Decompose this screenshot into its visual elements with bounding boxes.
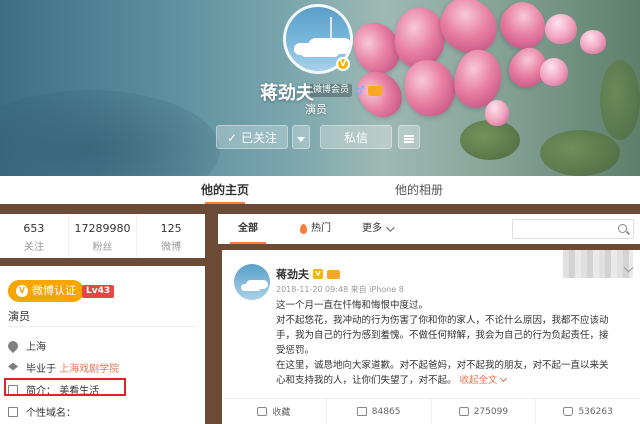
post-line: 对不起悠花，我冲动的行为伤害了你和你的家人，不论什么原因，我都不应该动 [276, 315, 609, 326]
stat-value: 17289980 [74, 222, 131, 235]
collapse-text-link[interactable]: 收起全文 [459, 374, 507, 386]
favorite-button[interactable]: 收藏 [222, 399, 327, 424]
post-meta: 2018-11-20 09:48 来自 iPhone 8 [276, 285, 404, 294]
repost-button[interactable]: 84865 [327, 399, 432, 424]
follow-label: 已关注 [240, 131, 277, 145]
verify-role: 演员 [8, 310, 30, 323]
flame-icon [300, 224, 307, 234]
filter-hot[interactable]: 热门 [300, 214, 331, 244]
profile-cover: V 蒋劲夫 微博会员 ♂ 演员 ✓ 已关注 私信 [0, 0, 640, 176]
search-icon[interactable] [618, 224, 627, 233]
blurred-image [563, 250, 633, 278]
verified-v-icon: V [336, 57, 350, 71]
school-prefix: 毕业于 [26, 364, 56, 375]
filter-more[interactable]: 更多 [362, 214, 395, 244]
stat-following[interactable]: 653 关注 [0, 214, 69, 258]
stat-value: 653 [23, 222, 45, 235]
profile-info-panel: V 微博认证 Lv43 演员 上海 毕业于 上海戏剧学院 简介： 美看生活 个性… [0, 266, 205, 424]
feed-filter-bar: 全部 热门 更多 [218, 214, 640, 244]
caret-down-icon [297, 137, 305, 142]
verified-v-icon: V [313, 269, 323, 279]
stat-label: 微博 [161, 242, 182, 253]
action-label: 84865 [371, 406, 401, 417]
filter-more-label: 更多 [362, 223, 382, 234]
thumbs-up-icon [563, 407, 574, 416]
male-icon: ♂ [355, 84, 365, 97]
info-domain: 个性域名： [8, 404, 76, 419]
comment-icon [458, 407, 469, 416]
crown-icon [327, 269, 340, 279]
domain-label: 个性域名： [26, 408, 76, 419]
id-card-icon [8, 406, 18, 417]
comment-button[interactable]: 275099 [432, 399, 537, 424]
post-line: 受惩罚。 [276, 345, 315, 356]
member-badge[interactable]: 微博会员 [310, 84, 353, 97]
chevron-up-icon [499, 374, 507, 383]
location-icon [5, 338, 21, 353]
more-menu-button[interactable] [398, 125, 420, 149]
post-line: 心和支持我的人，让你们失望了，对不起。 [276, 375, 457, 386]
post-author[interactable]: 蒋劲夫 [276, 266, 309, 282]
post-text: 这一个月一直在忏悔和悔恨中度过。 对不起悠花，我冲动的行为伤害了你和你的家人，不… [276, 298, 636, 388]
post-author-row: 蒋劲夫 V [276, 266, 340, 282]
stat-label: 关注 [23, 242, 44, 253]
chevron-down-icon [386, 223, 395, 232]
tab-home[interactable]: 他的主页 [201, 176, 249, 204]
location-text: 上海 [26, 342, 46, 353]
stat-followers[interactable]: 17289980 粉丝 [69, 214, 138, 258]
crown-icon [367, 85, 382, 96]
stat-value: 125 [160, 222, 182, 235]
menu-icon [404, 135, 414, 143]
stat-label: 粉丝 [92, 242, 113, 253]
action-label: 536263 [578, 406, 613, 417]
action-label: 收藏 [272, 408, 291, 418]
info-location: 上海 [5, 338, 46, 353]
action-label: 275099 [473, 406, 509, 417]
divider [8, 326, 197, 327]
school-link[interactable]: 上海戏剧学院 [59, 364, 119, 375]
stats-panel: 653 关注 17289980 粉丝 125 微博 [0, 214, 205, 258]
post-line: 在这里，诚恳地向大家道歉。对不起爸妈，对不起我的朋友，对不起一直以来关 [276, 360, 609, 371]
graduation-cap-icon [8, 362, 18, 371]
post-line: 这一个月一直在忏悔和悔恨中度过。 [276, 300, 429, 311]
follow-dropdown-button[interactable] [292, 125, 310, 149]
post-line: 手，我为自己的行为感到羞愧。不做任何辩解，我会为自己的行为负起责任，接 [276, 330, 609, 341]
filter-all[interactable]: 全部 [218, 214, 278, 244]
verify-label: 微博认证 [32, 284, 76, 297]
message-button[interactable]: 私信 [320, 125, 392, 149]
like-button[interactable]: 536263 [536, 399, 640, 424]
star-icon [257, 407, 268, 416]
info-school: 毕业于 上海戏剧学院 [8, 360, 119, 375]
level-badge[interactable]: Lv43 [82, 285, 115, 298]
profile-tabs: 他的主页 他的相册 [0, 176, 640, 204]
follow-button[interactable]: ✓ 已关注 [216, 125, 288, 149]
collapse-label: 收起全文 [459, 375, 498, 386]
filter-hot-label: 热门 [311, 223, 331, 234]
profile-description: 演员 [305, 103, 327, 116]
post-actions: 收藏 84865 275099 536263 [222, 398, 640, 424]
check-icon: ✓ [227, 131, 238, 145]
repost-icon [356, 407, 367, 416]
verify-badge[interactable]: V 微博认证 [8, 280, 84, 302]
tab-album[interactable]: 他的相册 [395, 176, 443, 204]
feed-search-input[interactable] [512, 219, 634, 239]
highlight-box [4, 378, 126, 396]
stat-posts[interactable]: 125 微博 [137, 214, 205, 258]
verified-v-icon: V [16, 285, 28, 297]
post-avatar[interactable] [234, 264, 270, 300]
